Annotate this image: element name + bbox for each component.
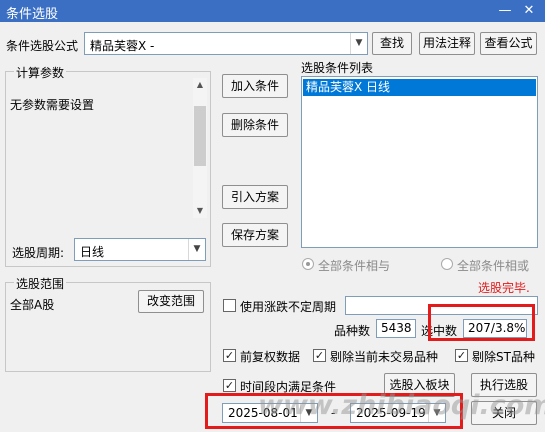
find-button[interactable]: 查找 <box>372 32 412 55</box>
find-button-label: 查找 <box>379 36 404 50</box>
minimize-button[interactable]: — <box>496 2 514 19</box>
save-plan-button[interactable]: 保存方案 <box>222 223 288 247</box>
save-plan-label: 保存方案 <box>230 228 279 242</box>
adjusted-data-label: 前复权数据 <box>240 350 301 364</box>
add-condition-button[interactable]: 加入条件 <box>222 74 288 98</box>
or-radio[interactable] <box>441 258 453 270</box>
add-condition-label: 加入条件 <box>230 79 279 93</box>
params-legend: 计算参数 <box>14 64 67 81</box>
and-label: 全部条件相与 <box>318 259 391 273</box>
exclude-untraded-checkbox[interactable]: ✓ <box>313 349 326 362</box>
condition-list-label: 选股条件列表 <box>301 61 374 75</box>
scroll-thumb[interactable] <box>194 106 206 166</box>
window-title: 条件选股 <box>6 7 59 22</box>
exclude-st-label: 剔除ST品种 <box>472 350 535 364</box>
view-formula-button-label: 查看公式 <box>484 36 533 50</box>
watermark: www.zhibiaoqi.com <box>258 390 545 421</box>
uncertain-period-label: 使用涨跌不定周期 <box>240 300 337 314</box>
formula-label: 条件选股公式 <box>6 39 79 53</box>
formula-select[interactable]: 精品芙蓉X - ▼ <box>84 32 368 55</box>
status-text: 选股完毕. <box>478 281 530 295</box>
list-item[interactable]: 精品芙蓉X 日线 <box>303 79 536 96</box>
chevron-down-icon[interactable]: ▼ <box>188 239 205 260</box>
period-select[interactable]: 日线 ▼ <box>74 238 206 261</box>
adjusted-data-checkbox[interactable]: ✓ <box>223 349 236 362</box>
period-label: 选股周期: <box>12 246 65 260</box>
scroll-up-icon[interactable]: ▲ <box>193 78 207 92</box>
range-value: 全部A股 <box>10 298 55 312</box>
view-formula-button[interactable]: 查看公式 <box>480 32 537 55</box>
title-bar: 条件选股 — ✕ <box>0 0 545 22</box>
no-params-text: 无参数需要设置 <box>10 98 95 112</box>
and-radio[interactable] <box>302 258 314 270</box>
period-value: 日线 <box>80 245 105 259</box>
usage-button[interactable]: 用法注释 <box>419 32 475 55</box>
scroll-down-icon[interactable]: ▼ <box>193 204 207 218</box>
change-range-button[interactable]: 改变范围 <box>138 290 204 313</box>
delete-condition-label: 删除条件 <box>230 118 279 132</box>
range-legend: 选股范围 <box>14 275 67 292</box>
import-plan-label: 引入方案 <box>230 190 279 204</box>
count-field: 5438 <box>376 319 416 338</box>
uncertain-period-checkbox[interactable] <box>223 299 236 312</box>
close-window-button[interactable]: ✕ <box>520 2 538 19</box>
highlight-box <box>428 304 535 341</box>
delete-condition-button[interactable]: 删除条件 <box>222 113 288 137</box>
params-scrollbar[interactable]: ▲ ▼ <box>193 78 207 218</box>
condition-list[interactable]: 精品芙蓉X 日线 <box>301 76 538 248</box>
change-range-label: 改变范围 <box>146 294 195 308</box>
params-group: 计算参数 无参数需要设置 ▲ ▼ 选股周期: 日线 ▼ <box>5 64 211 267</box>
usage-button-label: 用法注释 <box>422 36 471 50</box>
chevron-down-icon[interactable]: ▼ <box>350 33 367 54</box>
count-label: 品种数 <box>334 324 371 338</box>
time-range-checkbox[interactable]: ✓ <box>223 379 236 392</box>
exclude-untraded-label: 剔除当前未交易品种 <box>330 350 439 364</box>
formula-value: 精品芙蓉X - <box>90 39 155 53</box>
range-group: 选股范围 全部A股 改变范围 <box>5 275 211 372</box>
import-plan-button[interactable]: 引入方案 <box>222 185 288 209</box>
or-label: 全部条件相或 <box>457 259 530 273</box>
exclude-st-checkbox[interactable]: ✓ <box>455 349 468 362</box>
